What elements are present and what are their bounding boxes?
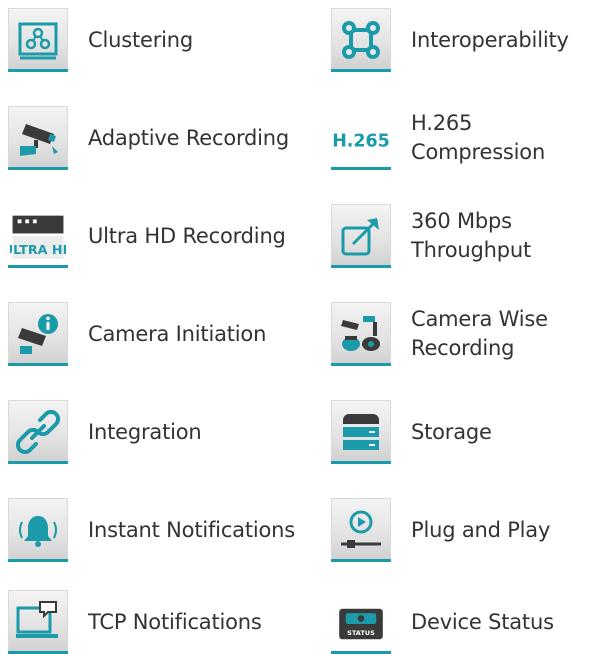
svg-text:H.265: H.265 [332, 132, 390, 152]
bell-icon [8, 498, 68, 562]
feature-adaptive-recording: Adaptive Recording [8, 106, 289, 170]
feature-label: Camera Wise Recording [411, 307, 548, 360]
ultra-hd-icon: ULTRA HD [8, 204, 68, 268]
feature-storage: Storage [331, 400, 492, 464]
camera-info-icon [8, 302, 68, 366]
feature-h265-compression: H.265 H.265 Compression [331, 106, 607, 170]
throughput-arrow-icon [331, 204, 391, 268]
device-status-icon: STATUS [331, 590, 391, 654]
feature-label: Device Status [411, 609, 554, 634]
feature-ultra-hd-recording: ULTRA HD Ultra HD Recording [8, 204, 286, 268]
feature-label: Clustering [88, 27, 194, 52]
plug-and-play-icon [331, 498, 391, 562]
svg-text:ULTRA HD: ULTRA HD [10, 242, 66, 257]
feature-instant-notifications: Instant Notifications [8, 498, 295, 562]
interoperability-icon [331, 8, 391, 72]
cctv-camera-icon [8, 106, 68, 170]
svg-text:STATUS: STATUS [347, 629, 375, 637]
feature-label: Interoperability [411, 27, 569, 52]
feature-label: H.265 Compression [411, 111, 546, 164]
feature-integration: Integration [8, 400, 202, 464]
feature-label: Integration [88, 419, 202, 444]
computer-message-icon [8, 590, 68, 654]
feature-label: Instant Notifications [88, 517, 295, 542]
feature-label: Camera Initiation [88, 321, 267, 346]
feature-360-mbps-throughput: 360 Mbps Throughput [331, 204, 531, 268]
clustering-icon [8, 8, 68, 72]
feature-interoperability: Interoperability [331, 8, 569, 72]
feature-plug-and-play: Plug and Play [331, 498, 550, 562]
feature-label: Plug and Play [411, 517, 551, 542]
h265-icon: H.265 [331, 106, 391, 170]
feature-clustering: Clustering [8, 8, 193, 72]
feature-camera-wise-recording: Camera Wise Recording [331, 302, 548, 366]
storage-icon [331, 400, 391, 464]
feature-label: Ultra HD Recording [88, 223, 286, 248]
feature-label: Adaptive Recording [88, 125, 290, 150]
multi-camera-icon [331, 302, 391, 366]
feature-tcp-notifications: TCP Notifications [8, 590, 262, 654]
feature-camera-initiation: Camera Initiation [8, 302, 266, 366]
link-icon [8, 400, 68, 464]
feature-label: 360 Mbps Throughput [411, 209, 531, 262]
feature-device-status: STATUS Device Status [331, 590, 554, 654]
feature-label: TCP Notifications [88, 609, 262, 634]
feature-label: Storage [411, 419, 492, 444]
